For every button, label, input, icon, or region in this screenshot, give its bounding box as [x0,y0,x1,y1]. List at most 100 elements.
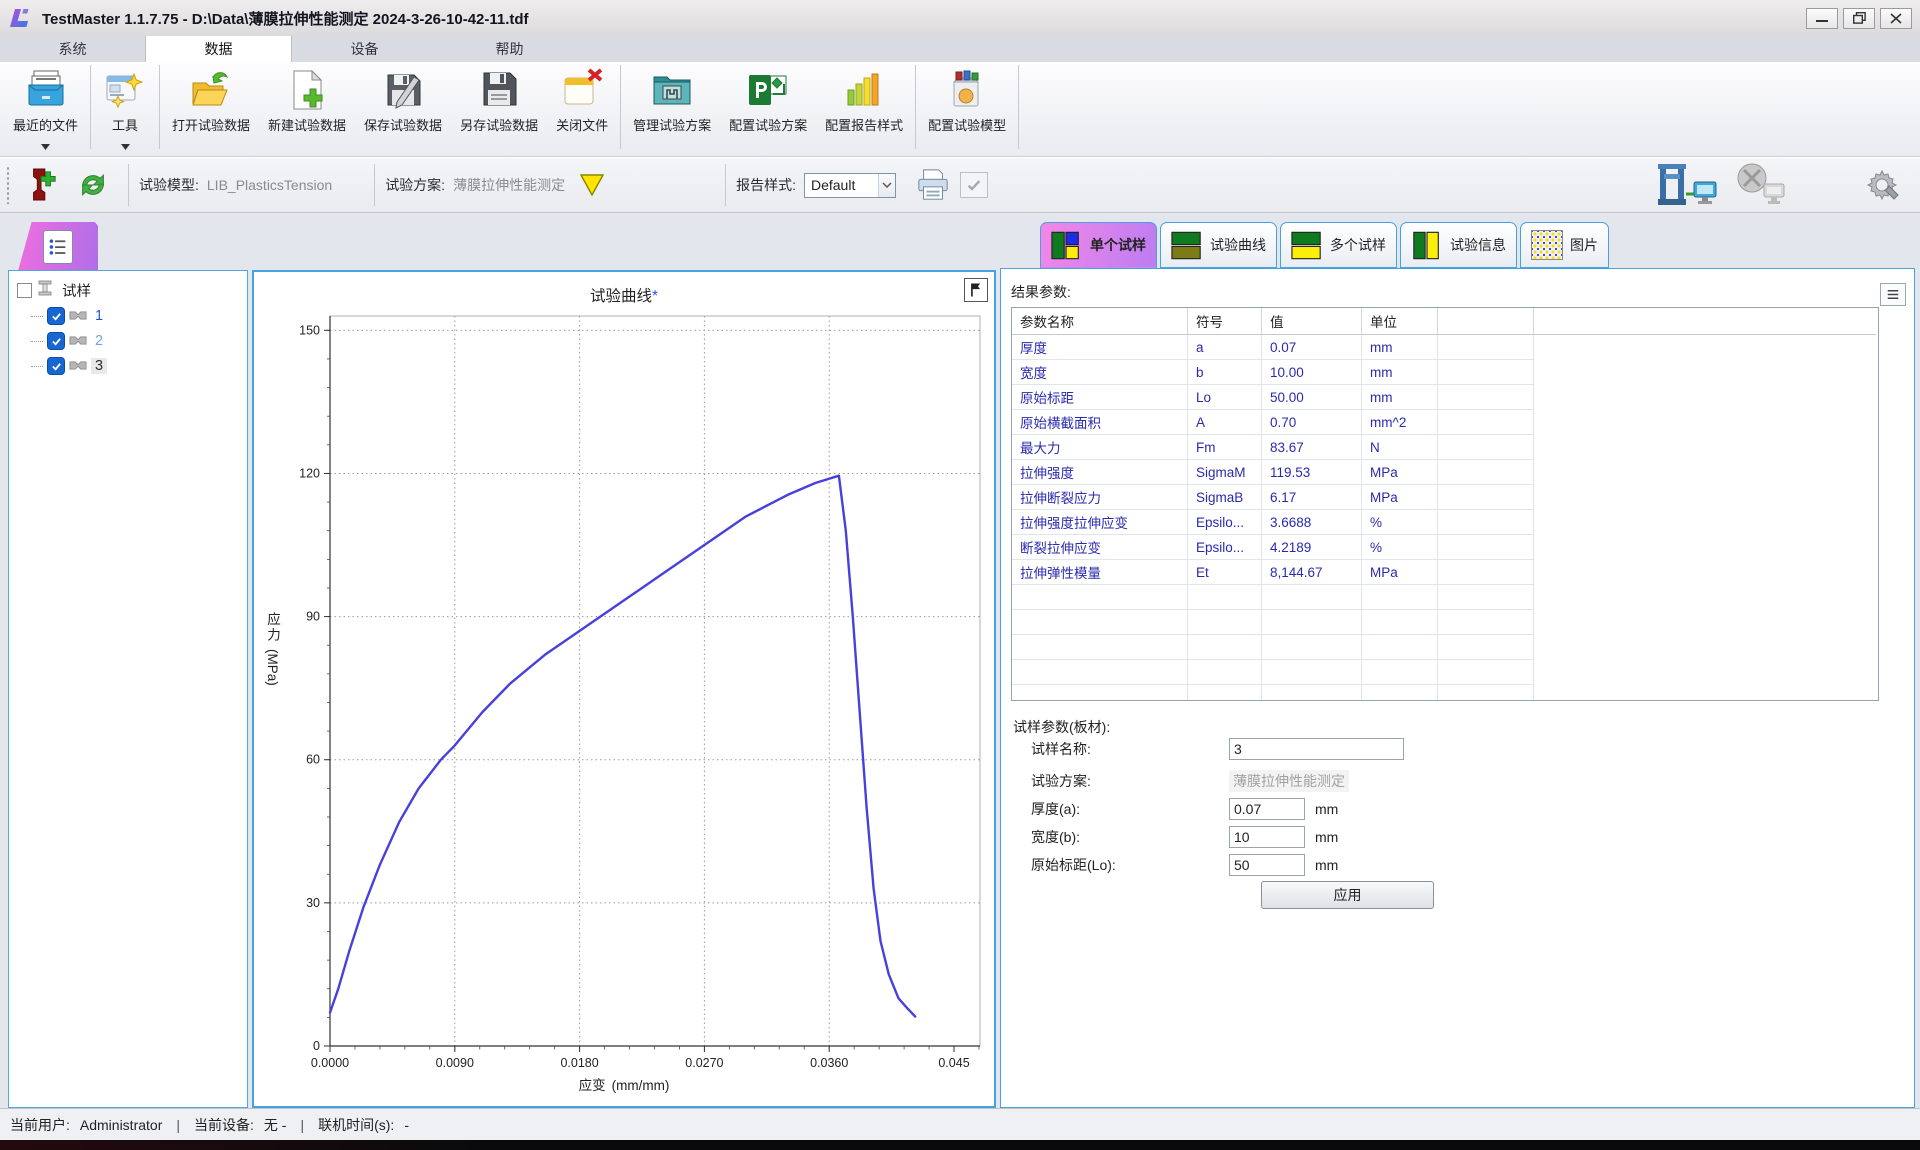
add-specimen-button[interactable] [24,164,60,206]
menu-item-帮助[interactable]: 帮助 [437,36,582,62]
tree-item-3[interactable]: 3 [31,355,107,377]
tree-root-item[interactable]: 试样 [17,279,95,301]
config-scheme-button[interactable]: 配置试验方案 [720,62,816,152]
form-row: 厚度(a):mm [1031,797,1338,821]
table-cell: b [1188,360,1262,384]
checkbox-checked[interactable] [47,357,65,375]
dropdown-arrow-icon [41,137,50,143]
table-row[interactable]: 断裂拉伸应变Epsilo...4.2189% [1012,535,1534,560]
field-label: 试样名称: [1031,739,1229,759]
table-row[interactable]: 拉伸弹性模量Et8,144.67MPa [1012,560,1534,585]
menu-bar: 系统数据设备帮助 [0,36,1920,62]
table-cell: Fm [1188,435,1262,459]
table-cell: 10.00 [1262,360,1362,384]
table-row[interactable]: 原始横截面积A0.70mm^2 [1012,410,1534,435]
column-header: 参数名称 [1012,308,1188,334]
machine-status-icon[interactable] [1656,162,1718,208]
print-confirm-button[interactable] [960,172,988,198]
svg-text:30: 30 [306,896,320,910]
new-data-button[interactable]: 新建试验数据 [259,62,355,152]
multi-specimen-icon [1291,231,1323,260]
column-header-empty [1438,308,1534,334]
table-row[interactable]: 拉伸断裂应力SigmaB6.17MPa [1012,485,1534,510]
table-cell-empty [1362,635,1438,659]
menu-item-设备[interactable]: 设备 [292,36,437,62]
form-row: 原始标距(Lo): mm [1031,853,1338,877]
table-cell: 拉伸断裂应力 [1012,485,1188,509]
svg-text:0.0270: 0.0270 [685,1056,723,1070]
toolbar-button-label: 管理试验方案 [633,115,711,134]
tab-test-curve[interactable]: 试验曲线 [1160,222,1277,268]
specimen-list-tab[interactable] [18,222,98,271]
table-cell-empty [1438,660,1534,684]
numeric-input[interactable] [1229,826,1305,848]
table-cell: 3.6688 [1262,510,1362,534]
print-button[interactable] [912,166,954,204]
table-cell-empty [1188,610,1262,634]
apply-button[interactable]: 应用 [1261,881,1434,909]
field-label: 原始标距(Lo): [1031,855,1229,875]
tab-single-specimen[interactable]: 单个试样 [1040,222,1157,268]
checkbox-checked[interactable] [47,332,65,350]
table-cell-empty [1438,585,1534,609]
config-model-button[interactable]: 配置试验模型 [919,62,1015,152]
results-table: 参数名称符号值单位厚度a0.07mm宽度b10.00mm原始标距Lo50.00m… [1011,307,1879,701]
panel-menu-button[interactable] [1880,283,1906,306]
svg-text:0.0000: 0.0000 [311,1056,349,1070]
table-row[interactable]: 最大力Fm83.67N [1012,435,1534,460]
specimen-name-input[interactable] [1229,738,1404,760]
report-style-button[interactable]: 配置报告样式 [816,62,912,152]
specimen-tree-panel: 试样 1 2 3 [8,270,248,1108]
menu-item-系统[interactable]: 系统 [0,36,145,62]
new-data-icon [285,68,329,112]
maximize-button[interactable] [1843,8,1875,29]
toolbar-button-label: 保存试验数据 [364,115,442,134]
open-data-button[interactable]: 打开试验数据 [163,62,259,152]
numeric-input[interactable] [1229,854,1305,876]
status-divider: | [176,1117,180,1133]
table-header-row: 参数名称符号值单位 [1012,308,1876,335]
table-row[interactable]: 宽度b10.00mm [1012,360,1534,385]
report-style-select[interactable]: Default [804,173,896,198]
save-as-data-button[interactable]: 另存试验数据 [451,62,547,152]
form-row: 宽度(b):mm [1031,825,1338,849]
settings-gear-icon[interactable] [1862,165,1902,205]
tools-button[interactable]: 工具 [94,62,156,152]
table-cell-empty [1188,685,1262,701]
manage-scheme-button[interactable]: 管理试验方案 [624,62,720,152]
table-cell: mm [1362,335,1438,359]
scheme-readonly-value: 薄膜拉伸性能测定 [1229,770,1349,792]
divider [374,164,375,206]
close-file-button[interactable]: 关闭文件 [547,62,617,152]
close-button[interactable] [1880,8,1912,29]
table-cell: 4.2189 [1262,535,1362,559]
table-row[interactable]: 厚度a0.07mm [1012,335,1534,360]
numeric-input[interactable] [1229,798,1305,820]
filter-funnel-icon[interactable] [579,173,605,197]
recent-files-button[interactable]: 最近的文件 [4,62,87,152]
table-cell-empty [1438,485,1534,509]
menu-item-数据[interactable]: 数据 [145,36,292,62]
tab-label: 试验信息 [1450,235,1506,255]
tab-multi-specimen[interactable]: 多个试样 [1280,222,1397,268]
save-data-button[interactable]: 保存试验数据 [355,62,451,152]
table-row[interactable]: 拉伸强度SigmaM119.53MPa [1012,460,1534,485]
checkbox-checked[interactable] [47,307,65,325]
tree-item-1[interactable]: 1 [31,305,107,327]
checkbox-unchecked[interactable] [17,283,32,298]
tree-item-2[interactable]: 2 [31,330,107,352]
minimize-button[interactable] [1806,8,1838,29]
table-cell: % [1362,510,1438,534]
status-value: 无 - [264,1115,287,1135]
table-row[interactable]: 拉伸强度拉伸应变Epsilo...3.6688% [1012,510,1534,535]
toolbar-grip[interactable] [6,166,10,204]
y-axis-label: 应力(MPa) [262,612,282,686]
save-as-data-icon [477,68,521,112]
refresh-button[interactable] [74,166,112,204]
device-disconnected-icon[interactable] [1732,162,1788,208]
tab-picture[interactable]: 图片 [1520,222,1609,268]
table-cell-empty [1012,585,1188,609]
tab-test-info[interactable]: 试验信息 [1400,222,1517,268]
table-row[interactable]: 原始标距Lo50.00mm [1012,385,1534,410]
unit-label: mm [1315,857,1338,873]
